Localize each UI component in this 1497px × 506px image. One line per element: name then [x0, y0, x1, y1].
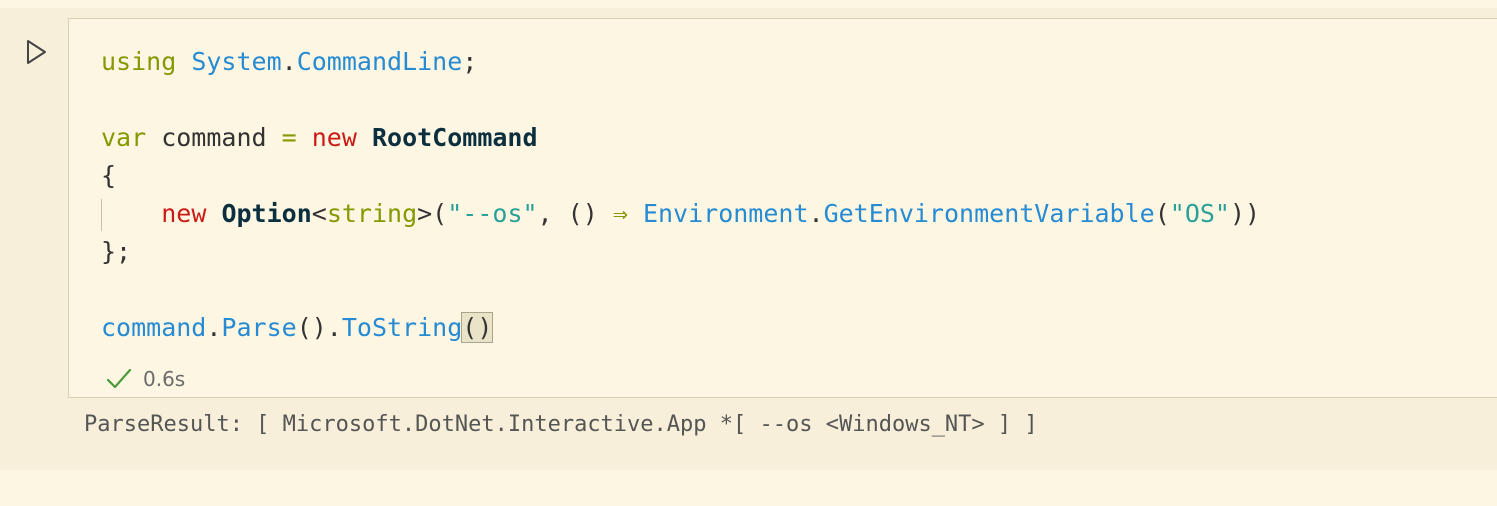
code-token: (	[1154, 199, 1170, 228]
code-editor[interactable]: using System.CommandLine; var command = …	[68, 18, 1497, 398]
cell-output: ParseResult: [ Microsoft.DotNet.Interact…	[68, 398, 1497, 460]
code-token: ()	[461, 312, 494, 343]
code-line[interactable]: {	[101, 157, 1260, 195]
code-line[interactable]: using System.CommandLine;	[101, 43, 1260, 81]
code-token: ))	[1230, 199, 1261, 228]
code-token: new	[311, 123, 357, 152]
code-line[interactable]: command.Parse().ToString()	[101, 309, 1260, 347]
code-token: {	[101, 161, 117, 190]
code-line[interactable]	[101, 271, 1260, 309]
code-token: CommandLine	[296, 47, 463, 76]
play-icon	[27, 40, 46, 64]
code-token: GetEnvironmentVariable	[823, 199, 1155, 228]
code-token: };	[101, 237, 132, 266]
code-content[interactable]: using System.CommandLine; var command = …	[101, 43, 1260, 347]
code-token: ;	[462, 47, 478, 76]
code-token: ToString	[341, 313, 463, 342]
code-line[interactable]: };	[101, 233, 1260, 271]
code-token: , ()	[537, 199, 613, 228]
execution-status: 0.6s	[105, 365, 185, 393]
code-token: var	[101, 123, 147, 152]
code-token: =	[281, 123, 297, 152]
code-token: System	[191, 47, 282, 76]
code-token: ⇒	[612, 199, 628, 228]
code-token: "OS"	[1169, 199, 1230, 228]
code-token: .	[808, 199, 824, 228]
code-token: Environment	[642, 199, 809, 228]
code-line[interactable]	[101, 81, 1260, 119]
code-token: .	[281, 47, 297, 76]
code-token: Option	[221, 199, 312, 228]
code-token: Parse	[221, 313, 297, 342]
code-token: string	[326, 199, 418, 228]
code-token: using	[101, 47, 177, 76]
code-token: ().	[296, 313, 342, 342]
code-token: .	[206, 313, 222, 342]
code-line[interactable]: var command = new RootCommand	[101, 119, 1260, 157]
code-token: new	[161, 199, 207, 228]
run-cell-button[interactable]	[24, 38, 50, 68]
code-token: "--os"	[447, 199, 538, 228]
code-line[interactable]: new Option<string>("--os", () ⇒ Environm…	[101, 195, 1260, 233]
code-token: RootCommand	[371, 123, 538, 152]
indent-guide	[101, 199, 102, 231]
code-token: command	[146, 123, 282, 152]
code-token: <	[311, 199, 327, 228]
code-token: >(	[417, 199, 448, 228]
output-text: ParseResult: [ Microsoft.DotNet.Interact…	[84, 412, 1038, 437]
code-token: command	[101, 313, 207, 342]
execution-duration: 0.6s	[143, 367, 186, 391]
check-icon	[106, 368, 132, 389]
